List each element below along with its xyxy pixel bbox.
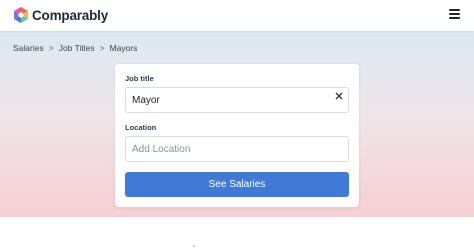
hamburger-menu-icon[interactable] bbox=[449, 9, 462, 21]
location-label: Location bbox=[125, 123, 157, 132]
brand-logo[interactable]: Comparably bbox=[13, 6, 108, 24]
decorative-dot bbox=[193, 245, 195, 247]
close-icon[interactable] bbox=[334, 91, 344, 101]
breadcrumb-item-job-titles[interactable]: Job Titles bbox=[59, 43, 95, 53]
salary-search-card: Job title Location See Salaries bbox=[115, 64, 359, 207]
brand-name: Comparably bbox=[32, 7, 109, 23]
breadcrumb: Salaries > Job Titles > Mayors bbox=[13, 43, 137, 53]
job-title-input[interactable] bbox=[125, 87, 349, 113]
breadcrumb-separator: > bbox=[48, 43, 54, 53]
breadcrumb-item-salaries[interactable]: Salaries bbox=[13, 43, 44, 53]
top-navigation-bar: Comparably bbox=[0, 0, 474, 31]
job-title-label: Job title bbox=[125, 74, 154, 83]
location-input[interactable] bbox=[125, 136, 349, 162]
see-salaries-button[interactable]: See Salaries bbox=[125, 172, 349, 197]
breadcrumb-separator: > bbox=[99, 43, 105, 53]
comparably-logo-icon bbox=[14, 7, 28, 23]
breadcrumb-item-mayors[interactable]: Mayors bbox=[110, 43, 138, 53]
